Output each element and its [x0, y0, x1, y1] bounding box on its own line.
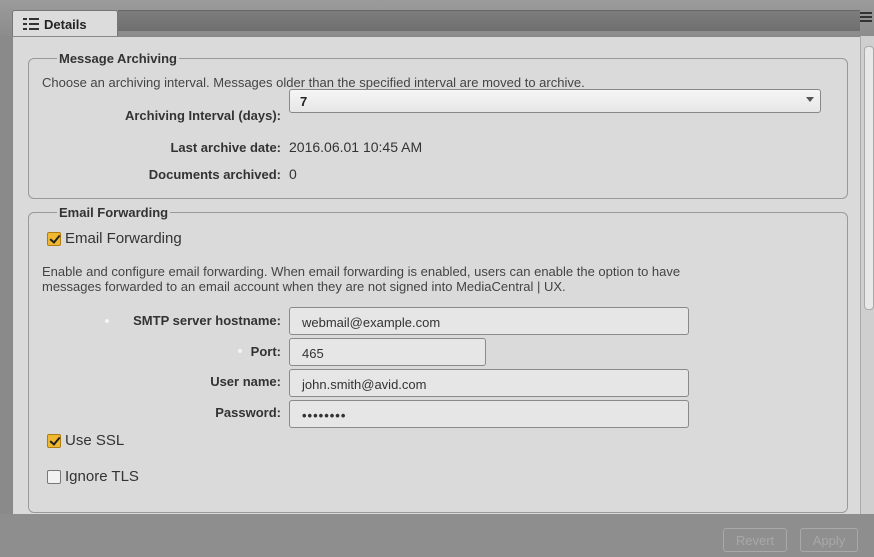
email-forwarding-checkbox-label: Email Forwarding — [65, 230, 182, 247]
use-ssl-label: Use SSL — [65, 432, 125, 449]
documents-archived-value: 0 — [289, 166, 297, 182]
checkbox-checked-icon — [47, 231, 61, 246]
apply-button[interactable]: Apply — [800, 528, 858, 552]
panel-menu-icon[interactable] — [860, 12, 872, 24]
email-forwarding-legend: Email Forwarding — [59, 205, 169, 220]
checkbox-checked-icon — [47, 433, 61, 448]
revert-button[interactable]: Revert — [723, 528, 787, 552]
archiving-interval-select[interactable]: 7 — [289, 89, 821, 113]
smtp-hostname-label: SMTP server hostname: — [133, 313, 281, 328]
smtp-hostname-input[interactable]: webmail@example.com — [289, 307, 689, 335]
user-name-input[interactable]: john.smith@avid.com — [289, 369, 689, 397]
forwarding-description-line2: messages forwarded to an email account w… — [42, 279, 566, 294]
forwarding-description-line1: Enable and configure email forwarding. W… — [42, 264, 681, 279]
documents-archived-label: Documents archived: — [148, 167, 281, 182]
archiving-description: Choose an archiving interval. Messages o… — [42, 75, 585, 90]
use-ssl-checkbox[interactable]: Use SSL — [47, 432, 124, 449]
panel-tab-bar: Details — [0, 0, 874, 37]
details-panel: Message Archiving Choose an archiving in… — [12, 36, 862, 516]
archiving-interval-label: Archiving Interval (days): — [124, 108, 281, 123]
scrollbar-thumb[interactable] — [864, 46, 874, 310]
tab-details-label: Details — [44, 16, 87, 32]
details-list-icon — [23, 17, 39, 31]
last-archive-date-value: 2016.06.01 10:45 AM — [289, 139, 423, 155]
vertical-scrollbar[interactable] — [860, 36, 874, 514]
tab-strip — [118, 10, 860, 31]
tab-details[interactable]: Details — [12, 10, 118, 37]
message-archiving-legend: Message Archiving — [59, 51, 178, 66]
ignore-tls-checkbox[interactable]: Ignore TLS — [47, 468, 139, 485]
archiving-interval-value: 7 — [300, 94, 308, 109]
dropdown-arrow-icon — [806, 97, 814, 102]
port-label: Port: — [250, 344, 281, 359]
port-input[interactable]: 465 — [289, 338, 486, 366]
user-name-label: User name: — [210, 374, 281, 389]
email-forwarding-checkbox[interactable]: Email Forwarding — [47, 230, 182, 247]
password-input[interactable]: •••••••• — [289, 400, 689, 428]
last-archive-date-label: Last archive date: — [170, 140, 281, 155]
password-label: Password: — [215, 405, 281, 420]
checkbox-unchecked-icon — [47, 469, 61, 484]
ignore-tls-label: Ignore TLS — [65, 468, 139, 485]
